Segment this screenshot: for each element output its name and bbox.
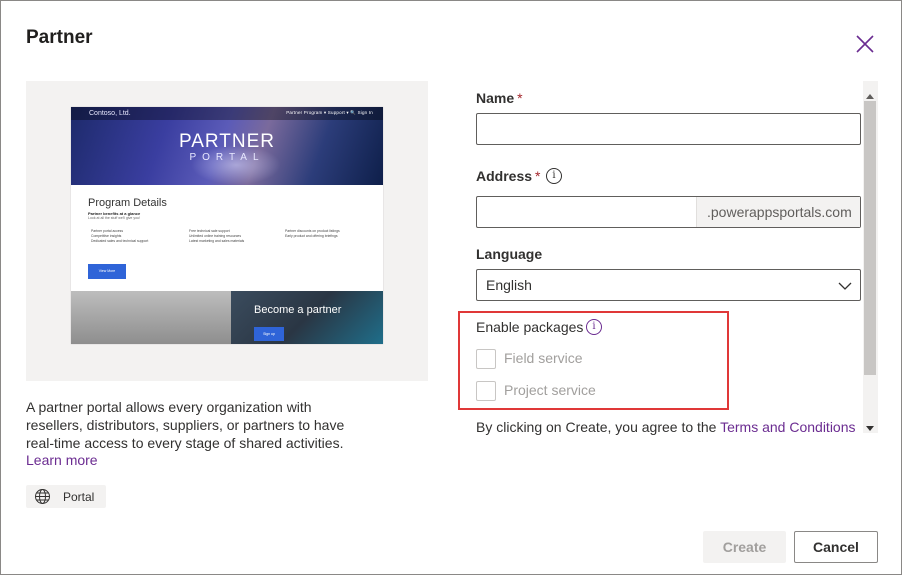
thumbnail-bullets-2: Free technical sale support Unlimited on…	[189, 229, 245, 243]
address-suffix: .powerappsportals.com	[696, 197, 860, 227]
partner-dialog: Partner Contoso, Ltd. Partner Program ▾ …	[0, 0, 902, 575]
template-description: A partner portal allows every organizati…	[26, 399, 345, 451]
language-label: Language	[476, 246, 543, 262]
template-preview: Contoso, Ltd. Partner Program ▾ Support …	[26, 81, 428, 381]
close-icon[interactable]	[853, 32, 877, 56]
scroll-up-icon[interactable]	[865, 87, 875, 99]
language-selected-value: English	[486, 277, 532, 293]
terms-text: By clicking on Create, you agree to the …	[476, 419, 856, 435]
thumbnail-bullets-1: Partner portal access Competitive insigh…	[91, 229, 149, 243]
globe-icon	[34, 488, 51, 505]
thumbnail-view-more-button: View More	[88, 264, 126, 279]
preview-thumbnail: Contoso, Ltd. Partner Program ▾ Support …	[71, 107, 383, 344]
thumbnail-footer-image	[71, 291, 231, 344]
learn-more-link[interactable]: Learn more	[26, 452, 98, 468]
thumbnail-hero-title: PARTNER	[178, 131, 276, 152]
thumbnail-bullets-3: Partner discounts on product listings Ea…	[285, 229, 340, 238]
thumbnail-signup-button: Sign up	[254, 327, 284, 341]
chevron-down-icon	[838, 279, 852, 291]
terms-link[interactable]: Terms and Conditions	[720, 419, 855, 435]
address-label: Address *	[476, 168, 541, 184]
scrollbar-thumb[interactable]	[864, 101, 876, 375]
thumbnail-program-title: Program Details	[88, 197, 167, 209]
thumbnail-navbar: Contoso, Ltd. Partner Program ▾ Support …	[71, 107, 383, 120]
portal-tag: Portal	[26, 485, 106, 508]
thumbnail-become-partner: Become a partner	[254, 304, 342, 316]
name-input[interactable]	[476, 113, 861, 145]
name-label: Name *	[476, 90, 523, 106]
create-button[interactable]: Create	[703, 531, 786, 563]
portal-tag-label: Portal	[63, 490, 95, 504]
packages-highlight-box	[458, 311, 729, 410]
thumbnail-program-caption: Look at all the stuff we'll give you!	[88, 216, 140, 220]
thumbnail-brand: Contoso, Ltd.	[89, 110, 131, 117]
dialog-title: Partner	[26, 27, 93, 48]
language-dropdown[interactable]: English	[476, 269, 861, 301]
thumbnail-nav-links: Partner Program ▾ Support ▾ 🔍 Sign In	[286, 110, 373, 115]
scroll-down-icon[interactable]	[865, 420, 875, 431]
cancel-button[interactable]: Cancel	[794, 531, 878, 563]
thumbnail-hero-subtitle: PORTAL	[189, 152, 265, 163]
address-info-icon[interactable]: i	[546, 168, 562, 184]
